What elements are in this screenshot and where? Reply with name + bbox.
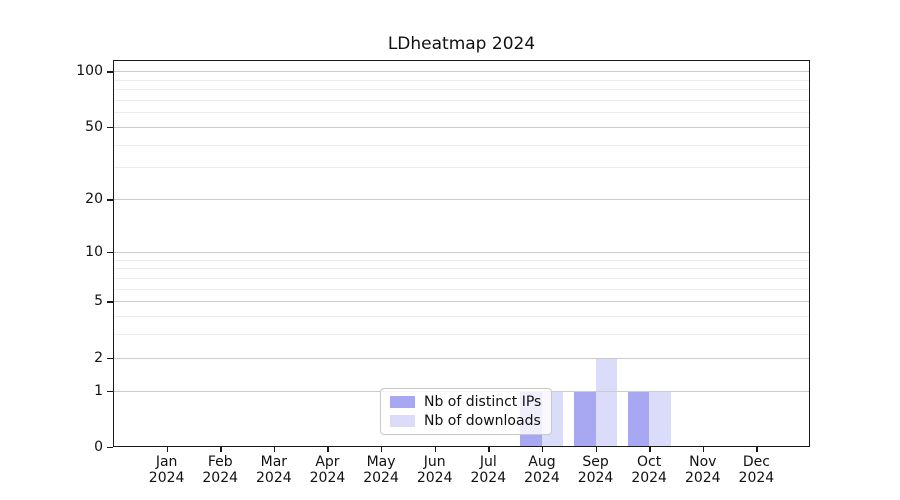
x-axis-tick <box>274 447 275 452</box>
gridline-minor <box>113 289 810 290</box>
gridline-major <box>113 199 810 200</box>
y-axis-tick <box>107 358 113 359</box>
y-tick-label: 5 <box>45 293 103 309</box>
gridline-minor <box>113 334 810 335</box>
gridline-major <box>113 358 810 359</box>
gridline-minor <box>113 316 810 317</box>
y-tick-label: 2 <box>45 350 103 366</box>
y-tick-label: 0 <box>45 439 103 455</box>
x-axis-tick <box>220 447 221 452</box>
y-tick-label: 10 <box>45 244 103 260</box>
x-axis-tick <box>167 447 168 452</box>
x-axis-tick <box>488 447 489 452</box>
y-tick-label: 100 <box>45 63 103 79</box>
gridline-minor <box>113 278 810 279</box>
x-tick-label: Jun2024 <box>407 454 463 486</box>
legend-item: Nb of downloads <box>390 413 541 429</box>
x-tick-label: Nov2024 <box>675 454 731 486</box>
gridline-major <box>113 127 810 128</box>
x-axis-tick <box>327 447 328 452</box>
x-axis-tick <box>596 447 597 452</box>
gridline-minor <box>113 89 810 90</box>
x-axis-tick <box>703 447 704 452</box>
x-tick-label: Apr2024 <box>299 454 355 486</box>
x-tick-label: Dec2024 <box>728 454 784 486</box>
x-axis-tick <box>649 447 650 452</box>
y-axis-tick <box>107 391 113 392</box>
x-tick-label: Mar2024 <box>246 454 302 486</box>
bar-downloads-oct <box>649 391 670 446</box>
gridline-minor <box>113 145 810 146</box>
gridline-major <box>113 252 810 253</box>
y-tick-label: 50 <box>45 119 103 135</box>
y-axis-tick <box>107 71 113 72</box>
y-axis-tick <box>107 301 113 302</box>
y-axis-tick <box>107 252 113 253</box>
y-axis-tick <box>107 447 113 448</box>
y-tick-label: 20 <box>45 191 103 207</box>
x-tick-label: Feb2024 <box>192 454 248 486</box>
bar-distinct-ips-oct <box>628 391 649 446</box>
y-tick-label: 1 <box>45 383 103 399</box>
gridline-minor <box>113 167 810 168</box>
y-axis-tick <box>107 199 113 200</box>
gridline-minor <box>113 268 810 269</box>
x-tick-label: May2024 <box>353 454 409 486</box>
x-axis-tick <box>435 447 436 452</box>
legend-swatch-icon <box>390 415 415 427</box>
gridline-minor <box>113 260 810 261</box>
x-tick-label: Aug2024 <box>514 454 570 486</box>
y-axis-tick <box>107 127 113 128</box>
chart-title: LDheatmap 2024 <box>113 34 810 54</box>
gridline-minor <box>113 100 810 101</box>
legend-label: Nb of downloads <box>424 413 541 429</box>
figure: LDheatmap 2024 Nb of distinct IPsNb of d… <box>0 0 900 500</box>
x-axis-tick <box>756 447 757 452</box>
gridline-minor <box>113 80 810 81</box>
x-tick-label: Sep2024 <box>568 454 624 486</box>
bar-distinct-ips-sep <box>574 391 595 446</box>
x-tick-label: Oct2024 <box>621 454 677 486</box>
gridline-major <box>113 71 810 72</box>
legend-item: Nb of distinct IPs <box>390 394 541 410</box>
gridline-major <box>113 301 810 302</box>
legend: Nb of distinct IPs Nb of downloads <box>380 388 552 435</box>
legend-swatch-icon <box>390 396 415 408</box>
x-tick-label: Jul2024 <box>460 454 516 486</box>
x-axis-tick <box>381 447 382 452</box>
x-tick-label: Jan2024 <box>139 454 195 486</box>
x-axis-tick <box>542 447 543 452</box>
gridline-minor <box>113 112 810 113</box>
legend-label: Nb of distinct IPs <box>424 394 541 410</box>
bar-downloads-sep <box>596 358 617 446</box>
